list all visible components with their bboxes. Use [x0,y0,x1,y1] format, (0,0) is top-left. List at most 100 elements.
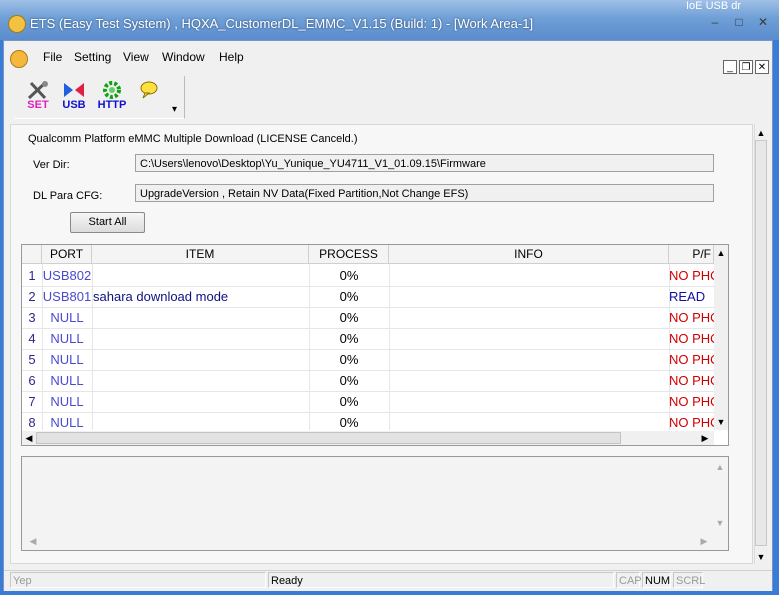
usb-icon [64,83,84,97]
row-index: 8 [28,415,36,430]
grid-column-divider [309,264,310,430]
row-item [93,370,309,391]
row-item [93,412,309,433]
row-port: USB801 [42,289,92,304]
row-info [389,412,669,433]
row-item [93,391,309,412]
log-scroll-right-icon[interactable]: ▶ [697,534,711,548]
status-scrl: SCRL [673,572,705,588]
dl-para-label: DL Para CFG: [33,190,103,202]
grid-scroll-down-icon[interactable]: ▼ [714,415,728,429]
row-index: 1 [28,268,36,283]
log-scroll-up-icon[interactable]: ▲ [713,460,727,474]
app-icon [8,15,26,33]
menu-help[interactable]: Help [219,50,244,64]
row-port: USB802 [42,268,92,283]
row-index: 6 [28,373,36,388]
row-port: NULL [50,331,84,346]
chat-button[interactable] [136,80,162,116]
row-process: 0% [339,310,359,325]
http-button[interactable]: HTTP [96,80,128,116]
log-scroll-down-icon[interactable]: ▼ [713,516,727,530]
row-info [389,307,669,328]
col-port[interactable]: PORT [42,245,92,263]
row-index: 2 [28,289,36,304]
row-index: 3 [28,310,36,325]
menu-setting[interactable]: Setting [74,50,111,64]
ver-dir-label: Ver Dir: [33,159,70,171]
row-item [93,307,309,328]
close-button[interactable]: ✕ [752,14,774,30]
status-left: Yep [10,572,266,588]
status-cap: CAP [616,572,642,588]
status-num: NUM [642,572,671,588]
row-process: 0% [339,373,359,388]
row-info [389,349,669,370]
usb-button[interactable]: USB [58,80,90,116]
row-pf: READ [669,289,706,304]
panel-vscroll-thumb[interactable] [755,140,767,546]
row-port: NULL [50,394,84,409]
window-title: ETS (Easy Test System) , HQXA_CustomerDL… [30,16,534,31]
set-label: SET [27,99,49,111]
set-button[interactable]: SET [22,80,54,116]
minimize-button[interactable]: – [704,14,726,30]
menu-view[interactable]: View [123,50,149,64]
http-label: HTTP [97,99,127,111]
status-message: Ready [268,572,614,588]
row-port: NULL [50,373,84,388]
http-gear-icon [103,81,121,99]
grid-hscroll-thumb[interactable] [36,432,621,444]
toolbar-overflow-icon[interactable]: ▾ [172,104,177,115]
panel-scroll-up-icon[interactable]: ▲ [754,126,768,140]
grid-column-divider [389,264,390,430]
ver-dir-field[interactable]: C:\Users\lenovo\Desktop\Yu_Yunique_YU471… [135,154,714,172]
menu-window[interactable]: Window [162,50,205,64]
row-pf: NO PHO [669,415,714,430]
menu-file[interactable]: File [43,50,62,64]
row-info [389,286,669,307]
row-item [93,265,309,286]
grid-scroll-right-icon[interactable]: ▶ [698,431,712,445]
col-item[interactable]: ITEM [92,245,309,263]
background-window-title: IoE USB dr [686,0,742,12]
panel-heading: Qualcomm Platform eMMC Multiple Download… [28,133,358,145]
row-process: 0% [339,331,359,346]
mdi-minimize-button[interactable]: _ [723,60,737,74]
row-info [389,265,669,286]
grid-scroll-up-icon[interactable]: ▲ [714,246,728,260]
row-item [93,328,309,349]
col-info[interactable]: INFO [389,245,669,263]
start-all-button[interactable]: Start All [70,212,145,233]
grid-column-divider [42,264,43,430]
maximize-button[interactable]: □ [728,14,750,30]
row-pf: NO PHO [669,331,714,346]
chat-bubble-icon [140,81,158,99]
document-icon[interactable] [10,50,28,68]
row-port: NULL [50,415,84,430]
row-info [389,370,669,391]
dl-para-field[interactable]: UpgradeVersion , Retain NV Data(Fixed Pa… [135,184,714,202]
col-process[interactable]: PROCESS [309,245,389,263]
row-item [93,349,309,370]
row-info [389,328,669,349]
row-index: 7 [28,394,36,409]
log-box[interactable] [21,456,729,551]
mdi-close-button[interactable]: ✕ [755,60,769,74]
row-process: 0% [339,352,359,367]
col-pf[interactable]: P/F [669,245,714,263]
row-pf: NO PHO [669,352,714,367]
row-pf: NO PHO [669,310,714,325]
set-tool-icon [27,81,48,100]
row-pf: NO PHO [669,394,714,409]
row-process: 0% [339,394,359,409]
mdi-restore-button[interactable]: ❐ [739,60,753,74]
grid-scroll-left-icon[interactable]: ◀ [22,431,36,445]
log-scroll-left-icon[interactable]: ◀ [26,534,40,548]
row-port: NULL [50,352,84,367]
row-index: 4 [28,331,36,346]
panel-scroll-down-icon[interactable]: ▼ [754,550,768,564]
grid-vscrollbar[interactable] [714,245,728,430]
grid-column-divider [92,264,93,430]
col-index [22,245,42,263]
